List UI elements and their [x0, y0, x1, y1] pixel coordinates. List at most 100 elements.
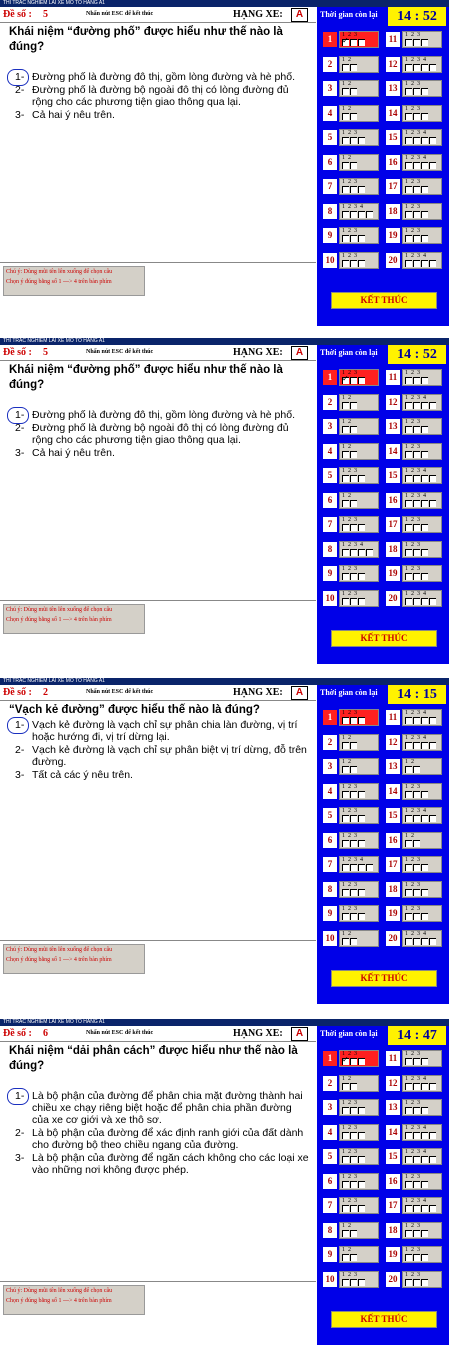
question-nav-item[interactable]: 4 123 — [321, 1123, 381, 1142]
option-checkbox[interactable] — [350, 1180, 357, 1188]
option-checkbox[interactable] — [350, 1229, 357, 1237]
question-nav-item[interactable]: 10 12 — [321, 929, 381, 948]
option-checkbox[interactable] — [429, 475, 436, 482]
answer-option[interactable]: 2- Là bộ phận của đường để xác định ranh … — [9, 1127, 309, 1151]
option-checkbox[interactable] — [358, 815, 365, 822]
option-checkbox[interactable] — [421, 1278, 428, 1286]
answer-option[interactable]: 1- Vạch kẻ đường là vạch chỉ sự phân chia… — [7, 717, 309, 743]
option-checkbox[interactable] — [413, 766, 420, 773]
option-checkbox[interactable] — [429, 597, 436, 605]
option-checkbox[interactable] — [421, 88, 428, 95]
question-nav-item[interactable]: 9 123 — [321, 904, 381, 923]
question-nav-item[interactable]: 4 123 — [321, 782, 381, 801]
question-nav-item[interactable]: 12 1234 — [384, 55, 444, 74]
option-checkbox[interactable] — [421, 815, 428, 822]
option-checkbox[interactable] — [405, 401, 412, 409]
option-checkbox[interactable] — [413, 499, 420, 507]
finish-button[interactable]: KẾT THÚC — [331, 970, 437, 987]
option-checkbox[interactable] — [350, 401, 357, 409]
question-nav-item[interactable]: 1 123 — [321, 708, 381, 727]
question-nav-item[interactable]: 9 123 — [321, 564, 381, 583]
question-nav-item[interactable]: 1 123 — [321, 30, 381, 49]
option-checkbox[interactable] — [413, 597, 420, 605]
option-checkbox[interactable] — [366, 548, 373, 556]
option-checkbox[interactable] — [421, 1180, 428, 1188]
question-nav-item[interactable]: 7 1234 — [321, 855, 381, 874]
option-checkbox[interactable] — [350, 1254, 357, 1261]
question-nav-item[interactable]: 15 1234 — [384, 806, 444, 825]
option-checkbox[interactable] — [421, 1254, 428, 1261]
option-checkbox[interactable] — [350, 839, 357, 847]
option-checkbox[interactable] — [413, 161, 420, 169]
option-checkbox[interactable] — [405, 766, 412, 773]
option-checkbox[interactable] — [429, 161, 436, 169]
question-nav-item[interactable]: 17 123 — [384, 855, 444, 874]
option-checkbox[interactable] — [413, 937, 420, 945]
option-checkbox[interactable] — [350, 39, 357, 46]
question-nav-item[interactable]: 3 123 — [321, 1098, 381, 1117]
option-checkbox[interactable] — [413, 913, 420, 920]
option-checkbox[interactable] — [405, 1131, 412, 1139]
question-nav-item[interactable]: 14 123 — [384, 442, 444, 461]
option-checkbox[interactable] — [421, 1229, 428, 1237]
question-nav-item[interactable]: 18 123 — [384, 202, 444, 221]
option-checkbox[interactable] — [413, 1180, 420, 1188]
question-nav-item[interactable]: 14 123 — [384, 782, 444, 801]
option-checkbox[interactable] — [421, 888, 428, 896]
question-nav-item[interactable]: 7 123 — [321, 177, 381, 196]
option-checkbox[interactable] — [413, 548, 420, 556]
option-checkbox[interactable] — [358, 235, 365, 242]
option-checkbox[interactable] — [413, 1254, 420, 1261]
option-checkbox-checked[interactable] — [342, 36, 349, 46]
option-checkbox[interactable] — [413, 88, 420, 95]
option-checkbox[interactable] — [405, 137, 412, 144]
option-checkbox[interactable] — [405, 1229, 412, 1237]
question-nav-item[interactable]: 6 12 — [321, 491, 381, 510]
option-checkbox[interactable] — [366, 210, 373, 218]
option-checkbox[interactable] — [405, 913, 412, 920]
answer-option[interactable]: 2- Đường phố là đường bộ ngoài đô thị có … — [9, 84, 309, 108]
option-checkbox[interactable] — [350, 1205, 357, 1212]
option-checkbox[interactable] — [421, 475, 428, 482]
option-checkbox[interactable] — [342, 426, 349, 433]
option-checkbox[interactable] — [405, 259, 412, 267]
option-checkbox[interactable] — [342, 1107, 349, 1114]
option-checkbox[interactable] — [429, 499, 436, 507]
option-checkbox[interactable] — [342, 839, 349, 847]
option-checkbox[interactable] — [421, 597, 428, 605]
option-checkbox[interactable] — [429, 401, 436, 409]
option-checkbox[interactable] — [421, 741, 428, 749]
option-checkbox[interactable] — [342, 1205, 349, 1212]
option-checkbox[interactable] — [421, 137, 428, 144]
answer-option[interactable]: 3- Tất cả các ý nêu trên. — [9, 769, 309, 781]
question-nav-item[interactable]: 14 1234 — [384, 1123, 444, 1142]
option-checkbox[interactable] — [405, 88, 412, 95]
option-checkbox[interactable] — [342, 1156, 349, 1163]
option-checkbox[interactable] — [405, 499, 412, 507]
option-checkbox[interactable] — [342, 548, 349, 556]
question-nav-item[interactable]: 11 123 — [384, 30, 444, 49]
option-checkbox[interactable] — [405, 39, 412, 46]
option-checkbox[interactable] — [342, 210, 349, 218]
option-checkbox[interactable] — [358, 377, 365, 384]
question-nav-item[interactable]: 13 12 — [384, 757, 444, 776]
option-checkbox[interactable] — [413, 790, 420, 798]
option-checkbox[interactable] — [350, 235, 357, 242]
option-checkbox[interactable] — [413, 741, 420, 749]
option-checkbox[interactable] — [413, 717, 420, 724]
option-checkbox[interactable] — [358, 39, 365, 46]
option-checkbox[interactable] — [413, 573, 420, 580]
option-checkbox[interactable] — [413, 839, 420, 847]
question-nav-item[interactable]: 6 123 — [321, 1172, 381, 1191]
option-checkbox[interactable] — [429, 815, 436, 822]
option-checkbox[interactable] — [358, 1058, 365, 1065]
option-checkbox[interactable] — [350, 524, 357, 531]
question-nav-item[interactable]: 8 1234 — [321, 540, 381, 559]
question-nav-item[interactable]: 6 123 — [321, 831, 381, 850]
question-nav-item[interactable]: 13 123 — [384, 79, 444, 98]
option-checkbox[interactable] — [421, 1156, 428, 1163]
question-nav-item[interactable]: 18 123 — [384, 880, 444, 899]
question-nav-item[interactable]: 20 123 — [384, 1270, 444, 1289]
question-nav-item[interactable]: 17 1234 — [384, 1196, 444, 1215]
question-nav-item[interactable]: 5 123 — [321, 1147, 381, 1166]
